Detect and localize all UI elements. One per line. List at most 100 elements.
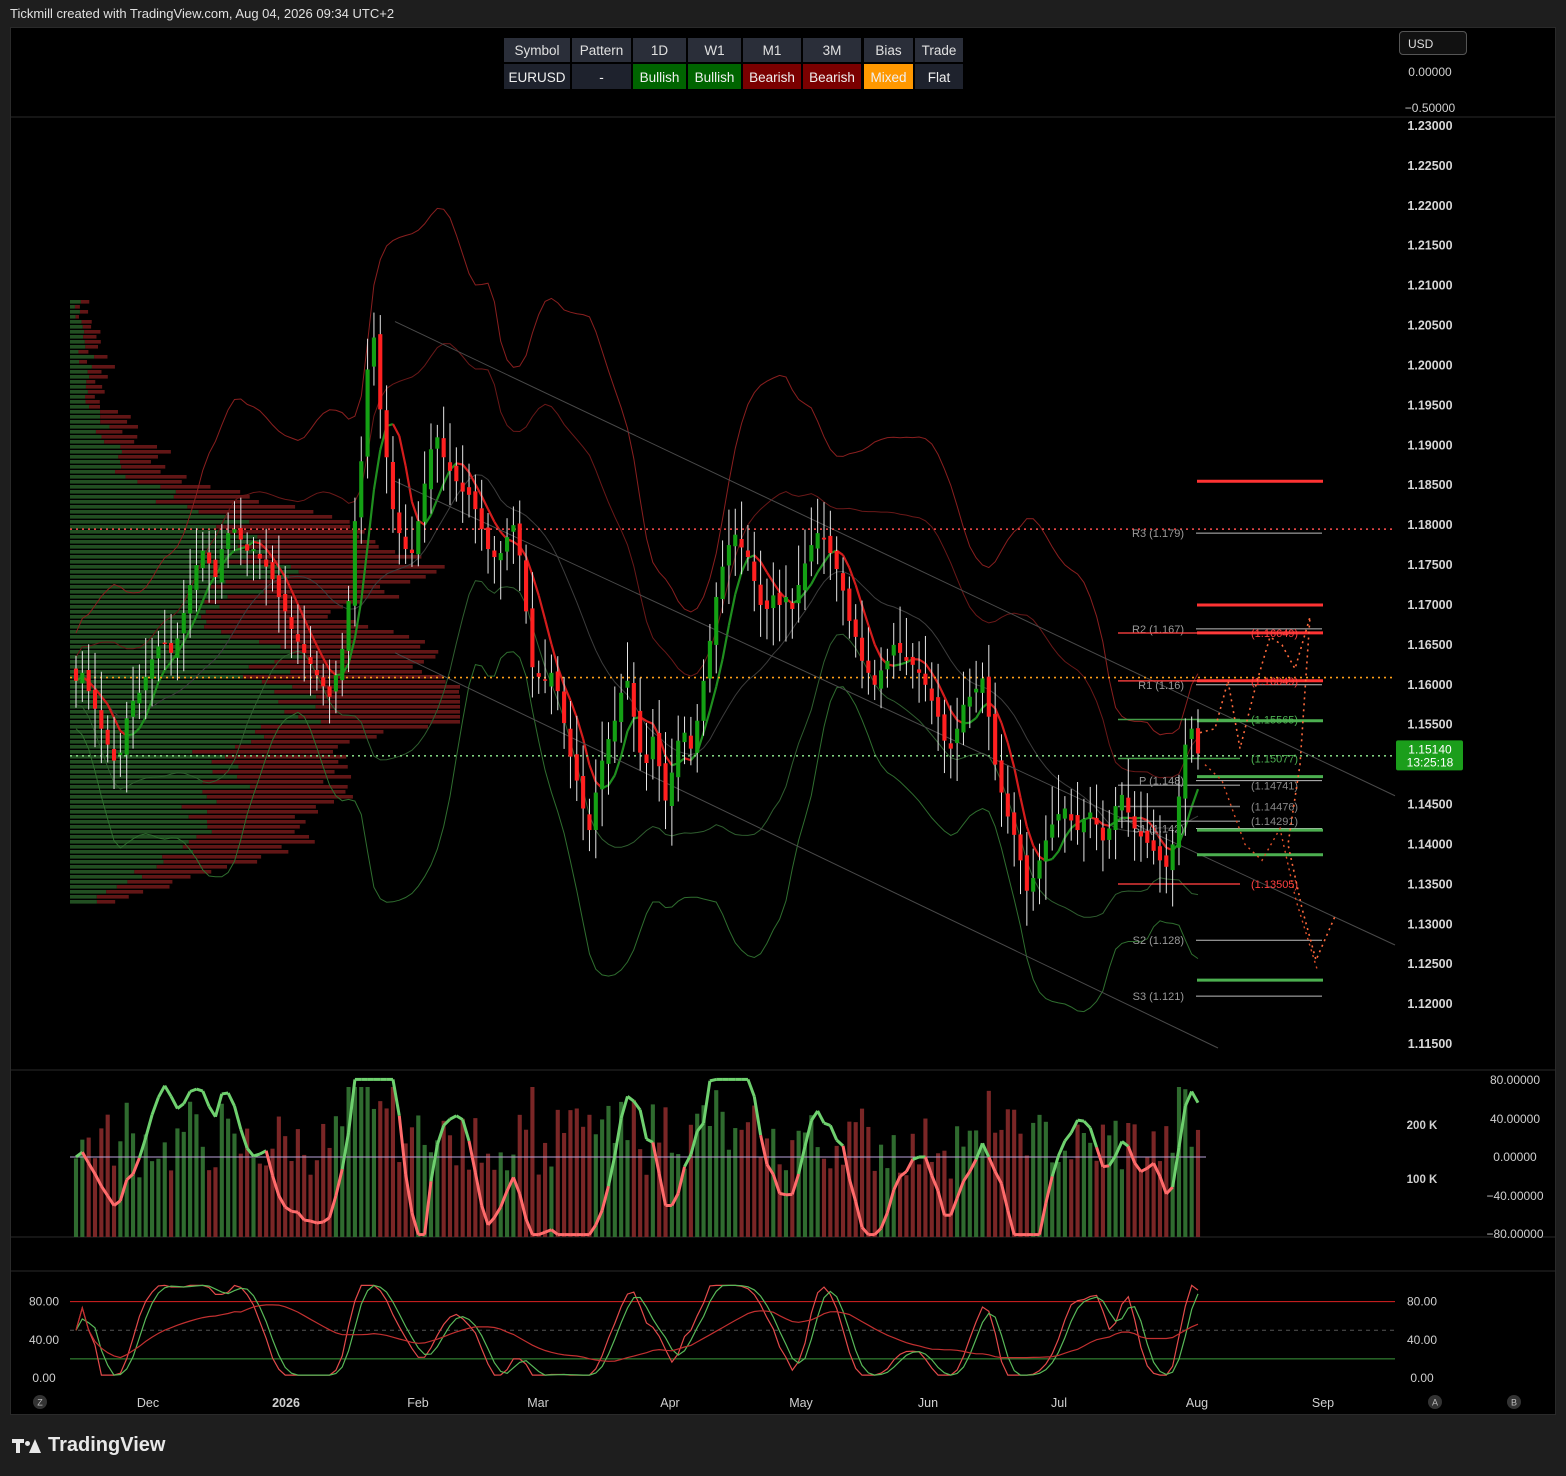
volume-bar bbox=[466, 1169, 472, 1237]
table-value-text: Bearish bbox=[749, 70, 795, 85]
candle-body bbox=[466, 487, 472, 495]
currency-selector[interactable]: USD bbox=[1399, 31, 1467, 55]
volume-bar bbox=[942, 1150, 947, 1237]
current-price-countdown: 13:25:18 bbox=[1407, 755, 1454, 769]
profile-bar-up bbox=[70, 430, 96, 434]
candle-body bbox=[1113, 806, 1118, 831]
profile-bar-down bbox=[75, 315, 79, 319]
price-tick: 1.13000 bbox=[1407, 917, 1452, 931]
tradingview-logo-icon bbox=[12, 1437, 42, 1455]
volume-bar bbox=[1094, 1160, 1099, 1237]
profile-bar-down bbox=[86, 380, 96, 384]
profile-bar-up bbox=[70, 305, 75, 309]
time-tick: 2026 bbox=[272, 1396, 300, 1410]
table-value-text: Mixed bbox=[870, 70, 906, 85]
price-tick: 1.12000 bbox=[1407, 997, 1452, 1011]
candle-body bbox=[524, 560, 529, 612]
candle-body bbox=[321, 677, 326, 687]
volume-bar bbox=[993, 1132, 998, 1237]
profile-bar-up bbox=[70, 365, 92, 369]
time-tick: Apr bbox=[660, 1396, 679, 1410]
profile-bar-down bbox=[227, 595, 400, 599]
profile-bar-down bbox=[290, 565, 445, 569]
candle-body bbox=[371, 337, 376, 367]
profile-bar-down bbox=[188, 840, 315, 844]
candle-body bbox=[891, 644, 896, 656]
candle-body bbox=[796, 585, 801, 604]
osc-segment bbox=[702, 1080, 712, 1124]
table-value-text: Bullish bbox=[640, 70, 680, 85]
table-value-text: EURUSD bbox=[508, 70, 565, 85]
volume-bar bbox=[283, 1136, 288, 1237]
volume-bar bbox=[872, 1170, 877, 1237]
volume-bar bbox=[961, 1146, 966, 1237]
candle-body bbox=[92, 689, 98, 709]
volume-bar bbox=[923, 1118, 928, 1237]
candle-body bbox=[910, 656, 915, 665]
volume-bar bbox=[955, 1126, 960, 1237]
volume-bar bbox=[276, 1116, 281, 1237]
volume-bar bbox=[352, 1087, 357, 1237]
profile-bar-down bbox=[79, 360, 88, 364]
forecast-path bbox=[1199, 616, 1336, 973]
profile-bar-down bbox=[274, 690, 459, 694]
profile-bar-up bbox=[70, 890, 107, 894]
profile-bar-down bbox=[204, 625, 369, 629]
volume-bar bbox=[327, 1147, 332, 1237]
ma-segment bbox=[753, 554, 762, 563]
ma-segment bbox=[734, 571, 743, 595]
price-tick: 1.11500 bbox=[1408, 1037, 1453, 1051]
profile-bar-up bbox=[70, 605, 220, 609]
ma-segment bbox=[404, 465, 414, 503]
ma-segment bbox=[487, 508, 496, 523]
candle-body bbox=[232, 529, 237, 533]
profile-bar-down bbox=[96, 895, 129, 899]
profile-bar-up bbox=[70, 405, 90, 409]
profile-bar-down bbox=[115, 470, 161, 474]
osc-segment bbox=[144, 1114, 154, 1139]
osc-segment bbox=[709, 1077, 717, 1083]
profile-bar-down bbox=[257, 535, 360, 539]
profile-bar-down bbox=[127, 880, 173, 884]
ma-segment bbox=[1063, 827, 1073, 839]
candle-body bbox=[346, 600, 351, 651]
profile-bar-up bbox=[70, 880, 128, 884]
ma-segment bbox=[461, 463, 470, 473]
candle-body bbox=[745, 550, 750, 558]
volume-bar bbox=[492, 1169, 497, 1237]
volume-bar bbox=[638, 1149, 643, 1237]
chart-canvas[interactable]: R3 (1.179)R2 (1.167)R1 (1.16)P (1.148)S1… bbox=[0, 0, 1566, 1476]
profile-bar-down bbox=[94, 355, 108, 359]
volume-bar bbox=[371, 1108, 376, 1237]
candle-body bbox=[1176, 796, 1182, 848]
ma-segment bbox=[867, 624, 876, 645]
candle-body bbox=[1157, 846, 1163, 861]
ma-segment bbox=[113, 717, 122, 732]
ma-segment bbox=[1019, 797, 1028, 827]
ma-segment bbox=[588, 764, 597, 783]
volume-bar bbox=[188, 1101, 193, 1237]
profile-bar-up bbox=[70, 345, 86, 349]
time-tick: Aug bbox=[1186, 1396, 1208, 1410]
profile-bar-down bbox=[84, 340, 101, 344]
profile-bar-down bbox=[106, 890, 144, 894]
volume-bar bbox=[378, 1101, 383, 1237]
candle-body bbox=[999, 760, 1004, 793]
candle-body bbox=[130, 700, 136, 717]
volume-bar bbox=[1100, 1124, 1105, 1237]
ma-segment bbox=[899, 661, 907, 666]
stoch-tick-left: 40.00 bbox=[29, 1333, 59, 1347]
profile-bar-up bbox=[70, 845, 183, 849]
stochastic-pane: 80.00 40.00 0.00 80.00 40.00 0.00 bbox=[29, 1284, 1437, 1385]
osc-segment bbox=[150, 1096, 160, 1116]
volume-bar bbox=[625, 1140, 630, 1237]
candle-body bbox=[967, 696, 972, 707]
profile-bar-up bbox=[70, 645, 281, 649]
volume-bar bbox=[733, 1128, 738, 1237]
volume-bar bbox=[1170, 1152, 1175, 1237]
bias-table: Symbol EURUSD Pattern - 1D Bullish W1 Bullish M1… bbox=[504, 38, 963, 89]
time-tick: Dec bbox=[137, 1396, 159, 1410]
ma-segment bbox=[949, 710, 959, 721]
osc-tick: 0.00000 bbox=[1493, 1150, 1537, 1164]
profile-bar-up bbox=[70, 325, 83, 329]
